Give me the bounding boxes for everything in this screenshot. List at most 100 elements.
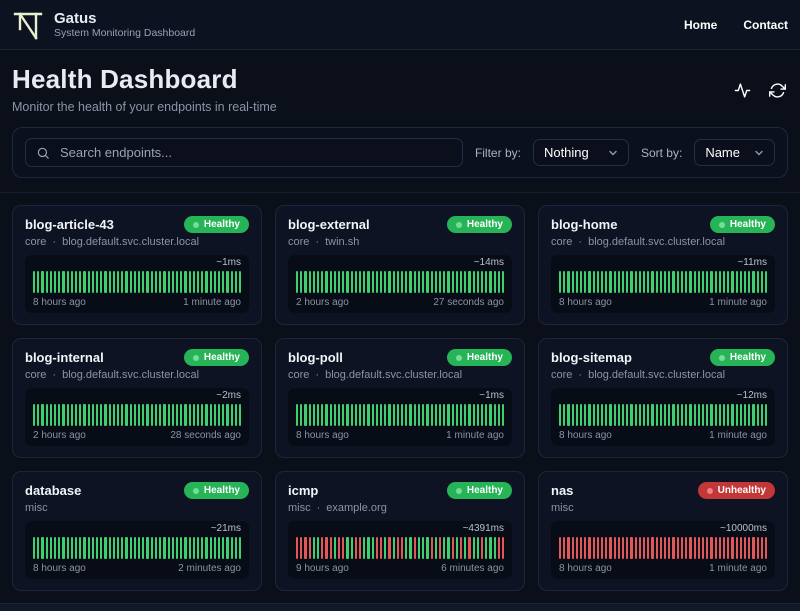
- uptime-bar-down[interactable]: [596, 537, 600, 559]
- uptime-bar-up[interactable]: [371, 271, 374, 293]
- uptime-bar-up[interactable]: [752, 404, 755, 426]
- uptime-bar-down[interactable]: [668, 537, 671, 559]
- uptime-bar-up[interactable]: [638, 404, 642, 426]
- uptime-bar-up[interactable]: [422, 404, 425, 426]
- uptime-bar-up[interactable]: [209, 404, 212, 426]
- uptime-bar-up[interactable]: [196, 271, 200, 293]
- uptime-bar-up[interactable]: [49, 537, 53, 559]
- uptime-bar-up[interactable]: [70, 537, 74, 559]
- uptime-bar-up[interactable]: [601, 404, 604, 426]
- uptime-bar-down[interactable]: [609, 537, 612, 559]
- uptime-bar-up[interactable]: [91, 271, 95, 293]
- uptime-bar-up[interactable]: [367, 537, 370, 559]
- uptime-bar-down[interactable]: [451, 537, 454, 559]
- uptime-bar-down[interactable]: [296, 537, 299, 559]
- uptime-bar-up[interactable]: [142, 537, 145, 559]
- uptime-bar-up[interactable]: [485, 537, 488, 559]
- uptime-bar-up[interactable]: [422, 537, 425, 559]
- uptime-bar-up[interactable]: [234, 271, 237, 293]
- uptime-bar-down[interactable]: [626, 537, 629, 559]
- uptime-bar-up[interactable]: [125, 537, 128, 559]
- uptime-bar-up[interactable]: [91, 537, 95, 559]
- uptime-bar-up[interactable]: [693, 404, 696, 426]
- uptime-bar-up[interactable]: [559, 271, 562, 293]
- uptime-bar-up[interactable]: [108, 537, 111, 559]
- uptime-bar-up[interactable]: [588, 404, 591, 426]
- uptime-bar-up[interactable]: [493, 537, 496, 559]
- uptime-bar-up[interactable]: [121, 404, 124, 426]
- uptime-bar-up[interactable]: [325, 271, 328, 293]
- uptime-bar-up[interactable]: [54, 271, 57, 293]
- uptime-bar-down[interactable]: [413, 537, 416, 559]
- search-box[interactable]: [25, 138, 463, 167]
- uptime-bar-up[interactable]: [312, 271, 316, 293]
- uptime-bar-up[interactable]: [489, 537, 492, 559]
- uptime-bar-down[interactable]: [563, 537, 566, 559]
- uptime-bar-up[interactable]: [384, 271, 387, 293]
- uptime-bar-up[interactable]: [346, 271, 349, 293]
- uptime-bar-down[interactable]: [501, 537, 505, 559]
- uptime-bar-down[interactable]: [359, 537, 362, 559]
- uptime-bar-down[interactable]: [480, 537, 484, 559]
- uptime-bar-up[interactable]: [184, 271, 187, 293]
- uptime-bar-up[interactable]: [304, 271, 307, 293]
- uptime-bar-up[interactable]: [171, 271, 174, 293]
- uptime-bar-up[interactable]: [563, 404, 566, 426]
- uptime-bar-up[interactable]: [230, 404, 233, 426]
- uptime-bar-up[interactable]: [651, 271, 654, 293]
- uptime-bar-up[interactable]: [58, 404, 61, 426]
- uptime-bar-up[interactable]: [75, 404, 78, 426]
- uptime-bar-up[interactable]: [634, 404, 637, 426]
- uptime-bar-down[interactable]: [706, 537, 709, 559]
- uptime-bar-down[interactable]: [325, 537, 328, 559]
- uptime-bar-up[interactable]: [455, 404, 458, 426]
- uptime-bar-up[interactable]: [62, 404, 65, 426]
- uptime-bar-up[interactable]: [638, 271, 642, 293]
- uptime-bar-down[interactable]: [630, 537, 633, 559]
- uptime-bar-up[interactable]: [476, 537, 479, 559]
- uptime-bar-up[interactable]: [464, 537, 467, 559]
- uptime-bar-down[interactable]: [329, 537, 332, 559]
- uptime-bar-up[interactable]: [689, 404, 692, 426]
- uptime-bar-up[interactable]: [567, 404, 570, 426]
- uptime-bar-up[interactable]: [731, 271, 734, 293]
- uptime-bar-up[interactable]: [138, 537, 141, 559]
- uptime-bar-up[interactable]: [296, 404, 299, 426]
- uptime-bar-up[interactable]: [601, 271, 604, 293]
- uptime-bar-up[interactable]: [163, 404, 166, 426]
- uptime-bar-down[interactable]: [664, 537, 667, 559]
- uptime-bar-up[interactable]: [722, 271, 726, 293]
- uptime-bar-up[interactable]: [37, 537, 40, 559]
- uptime-bar-up[interactable]: [91, 404, 95, 426]
- uptime-bar-up[interactable]: [300, 404, 303, 426]
- uptime-bar-up[interactable]: [371, 537, 374, 559]
- uptime-bar-up[interactable]: [205, 271, 208, 293]
- uptime-bar-up[interactable]: [238, 271, 242, 293]
- uptime-bar-up[interactable]: [447, 404, 450, 426]
- uptime-bar-up[interactable]: [697, 271, 700, 293]
- uptime-bar-up[interactable]: [567, 271, 570, 293]
- uptime-bar-up[interactable]: [112, 537, 116, 559]
- uptime-bar-up[interactable]: [443, 537, 446, 559]
- uptime-bar-up[interactable]: [342, 271, 345, 293]
- uptime-bar-up[interactable]: [184, 537, 187, 559]
- uptime-bar-up[interactable]: [346, 404, 349, 426]
- uptime-bar-down[interactable]: [638, 537, 642, 559]
- uptime-bar-up[interactable]: [417, 404, 421, 426]
- uptime-bar-up[interactable]: [580, 271, 583, 293]
- uptime-bar-down[interactable]: [304, 537, 307, 559]
- uptime-bar-up[interactable]: [180, 404, 183, 426]
- uptime-bar-up[interactable]: [735, 271, 738, 293]
- uptime-bar-up[interactable]: [205, 537, 208, 559]
- uptime-bar-up[interactable]: [163, 271, 166, 293]
- uptime-bar-down[interactable]: [760, 537, 763, 559]
- uptime-bar-up[interactable]: [443, 404, 446, 426]
- uptime-bar-down[interactable]: [308, 537, 311, 559]
- uptime-bar-up[interactable]: [238, 404, 242, 426]
- uptime-bar-up[interactable]: [226, 404, 229, 426]
- uptime-bar-up[interactable]: [317, 537, 320, 559]
- uptime-bar-down[interactable]: [672, 537, 675, 559]
- uptime-bar-up[interactable]: [609, 271, 612, 293]
- uptime-bar-up[interactable]: [485, 271, 488, 293]
- uptime-bar-up[interactable]: [489, 404, 492, 426]
